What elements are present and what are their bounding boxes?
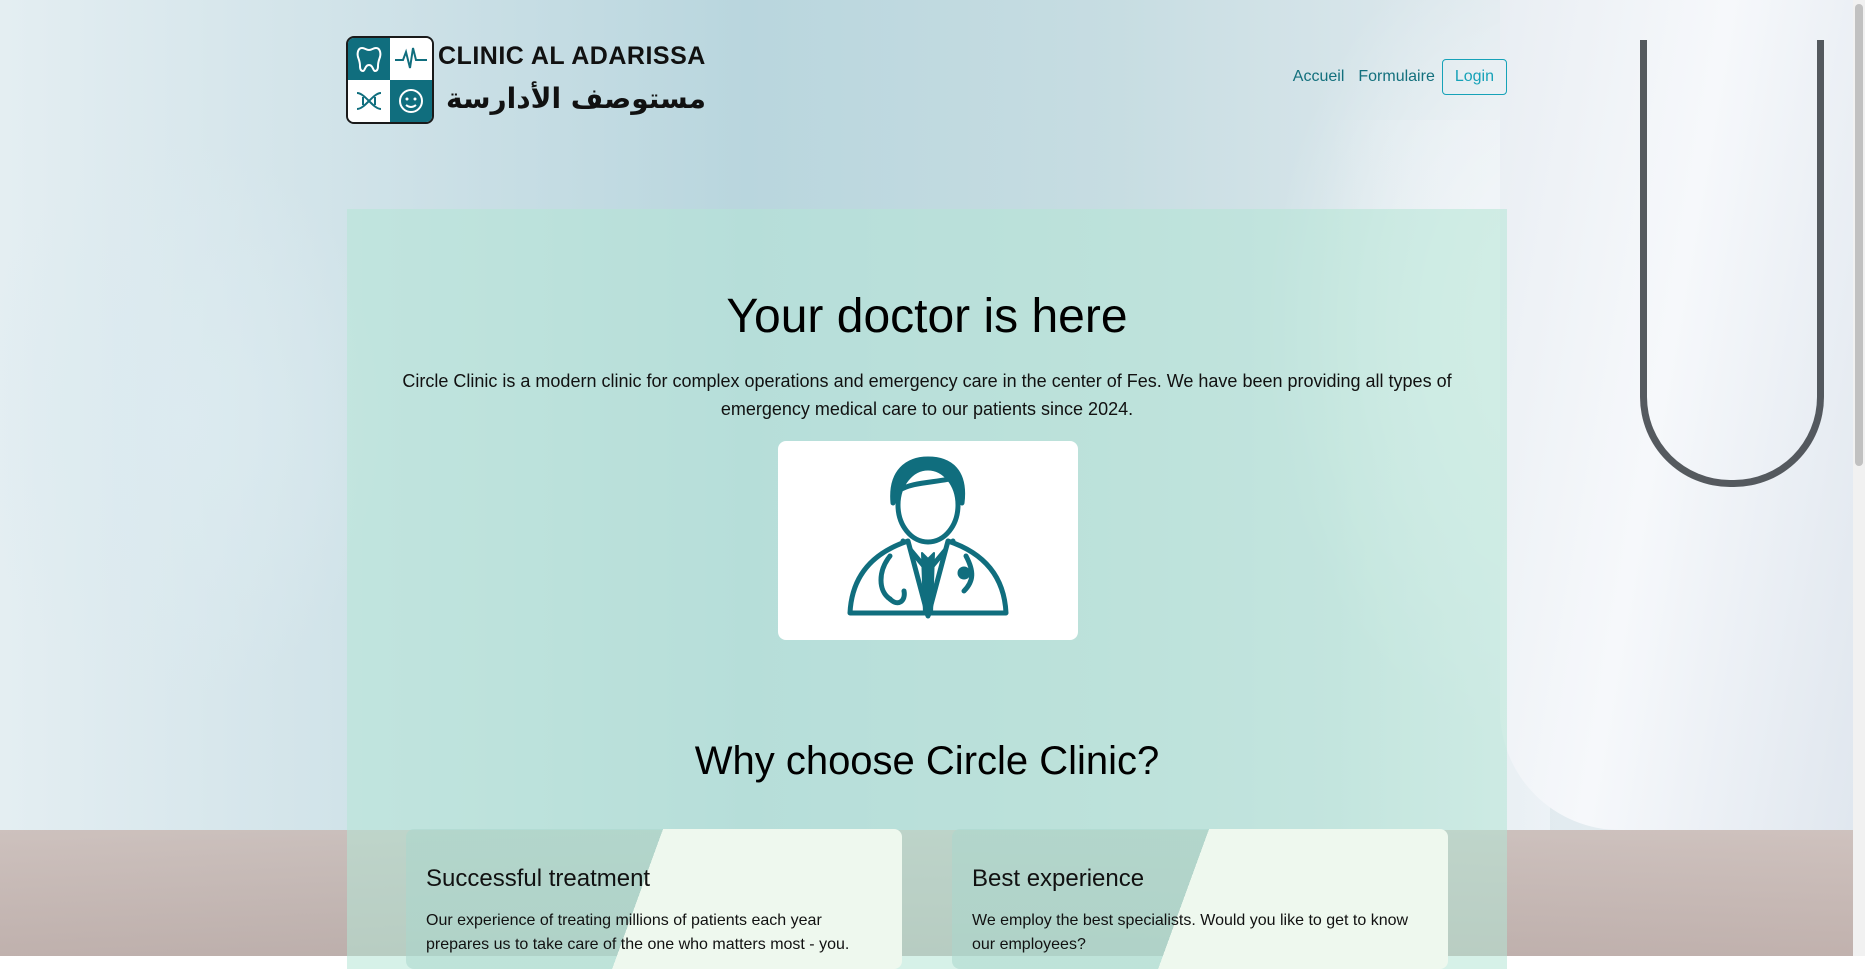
- doctor-illustration-card: [778, 441, 1078, 640]
- hero-description: Circle Clinic is a modern clinic for com…: [402, 371, 1452, 419]
- login-button[interactable]: Login: [1441, 59, 1507, 95]
- feature-card-text: Our experience of treating millions of p…: [426, 912, 850, 953]
- nav-accueil[interactable]: Accueil: [1286, 68, 1352, 86]
- nav-formulaire[interactable]: Formulaire: [1351, 68, 1441, 86]
- hero-title: Your doctor is here: [726, 290, 1128, 343]
- feature-card-title: Successful treatment: [426, 865, 651, 892]
- doctor-icon: [847, 456, 1009, 619]
- logo-emblem: [346, 36, 434, 124]
- feature-card-title: Best experience: [972, 865, 1145, 892]
- baby-icon: [390, 80, 432, 122]
- clinic-logo[interactable]: CLINIC AL ADARISSA مستوصف الأدارسة: [346, 36, 706, 124]
- page-scrollbar[interactable]: [1853, 0, 1865, 956]
- stethoscope-background: [1640, 40, 1824, 487]
- feature-card: Best experience We employ the best speci…: [952, 829, 1448, 969]
- heartbeat-icon: [390, 38, 432, 80]
- main-nav: Accueil Formulaire Login: [1286, 59, 1507, 95]
- why-choose-title: Why choose Circle Clinic?: [694, 739, 1160, 783]
- dna-icon: [348, 80, 390, 122]
- tooth-icon: [348, 38, 390, 80]
- feature-card: Successful treatment Our experience of t…: [406, 829, 902, 969]
- logo-arabic-title: مستوصف الأدارسة: [446, 82, 707, 115]
- scrollbar-thumb[interactable]: [1855, 4, 1863, 466]
- feature-card-text: We employ the best specialists. Would yo…: [972, 912, 1409, 953]
- logo-title: CLINIC AL ADARISSA: [438, 42, 706, 70]
- hero-panel: Your doctor is here Circle Clinic is a m…: [347, 209, 1507, 969]
